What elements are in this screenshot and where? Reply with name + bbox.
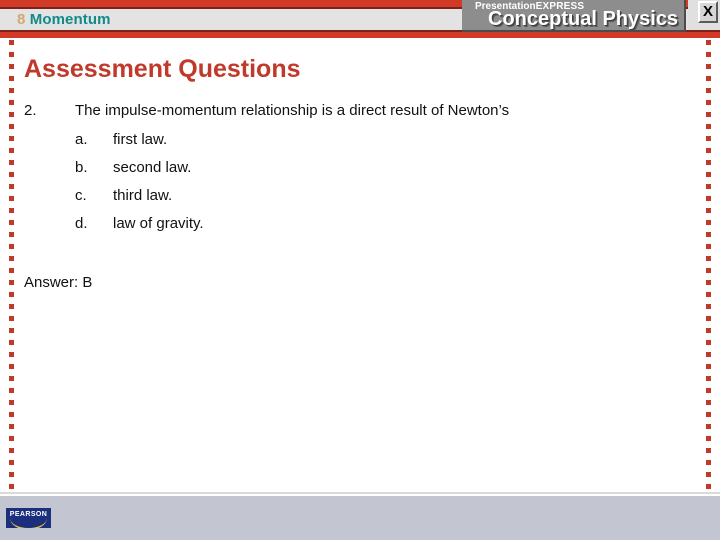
list-item[interactable]: d. law of gravity. xyxy=(24,214,424,242)
option-label: first law. xyxy=(113,131,168,148)
option-label: third law. xyxy=(113,187,173,204)
presentation-slide: 8 Momentum PresentationEXPRESS Conceptua… xyxy=(0,0,720,540)
option-letter: c. xyxy=(75,187,87,204)
right-dotted-border xyxy=(706,40,711,492)
list-item[interactable]: c. third law. xyxy=(24,186,424,214)
chapter-heading: 8 Momentum xyxy=(17,11,111,28)
option-label: second law. xyxy=(113,159,192,176)
brand-conceptual-physics: Conceptual Physics xyxy=(488,8,679,30)
chapter-title: Momentum xyxy=(29,11,111,28)
close-icon[interactable]: X xyxy=(698,1,718,23)
question-prompt: The impulse-momentum relationship is a d… xyxy=(75,102,510,119)
option-letter: d. xyxy=(75,215,88,232)
left-dotted-border xyxy=(9,40,14,492)
list-item[interactable]: a. first law. xyxy=(24,130,424,158)
question-number: 2. xyxy=(24,102,37,119)
pearson-arc-icon xyxy=(10,518,47,528)
option-letter: a. xyxy=(75,131,88,148)
option-letter: b. xyxy=(75,159,88,176)
answer-text: Answer: B xyxy=(24,274,93,291)
header-bottom-red-bar xyxy=(0,32,720,38)
answer-options-list: a. first law. b. second law. c. third la… xyxy=(24,130,424,242)
product-logo: PresentationEXPRESS Conceptual Physics xyxy=(462,0,686,32)
chapter-number: 8 xyxy=(17,11,26,28)
page-title: Assessment Questions xyxy=(24,55,301,83)
pearson-logo: PEARSON xyxy=(6,508,51,528)
list-item[interactable]: b. second law. xyxy=(24,158,424,186)
option-label: law of gravity. xyxy=(113,215,204,232)
footer-bar: PEARSON xyxy=(0,494,720,540)
